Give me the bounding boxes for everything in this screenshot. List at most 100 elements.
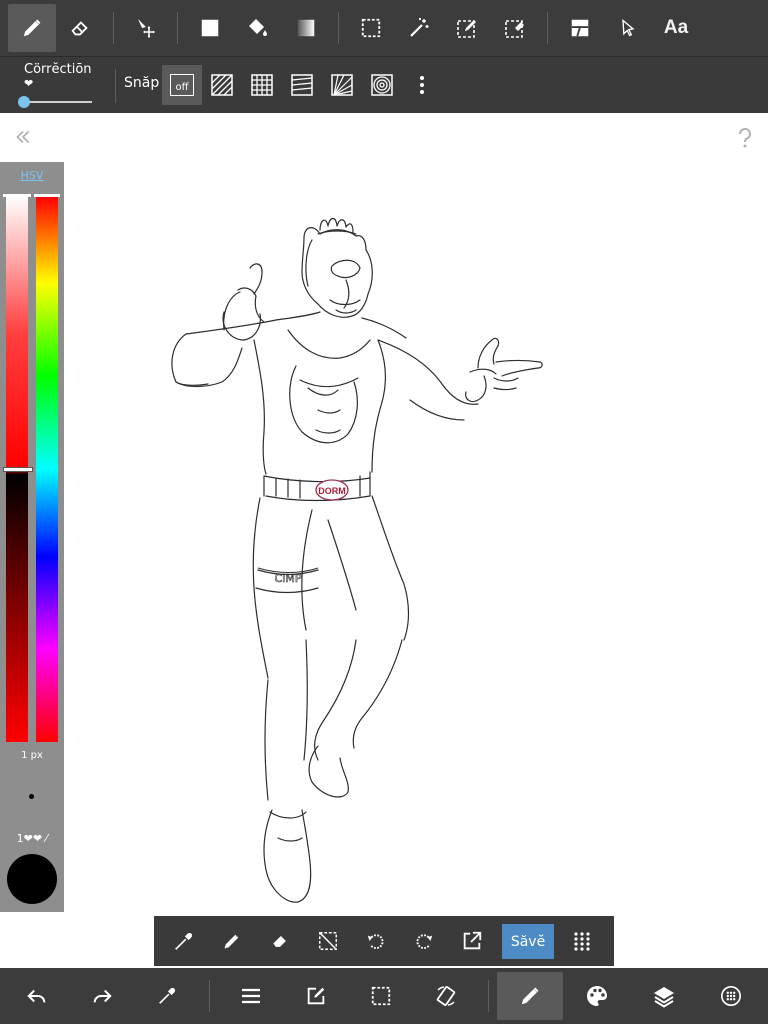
palette-button[interactable] (573, 972, 621, 1020)
select-pen-tool-button[interactable] (443, 4, 491, 52)
palette-icon (587, 986, 607, 1006)
correction-sub-label: ❤ (24, 77, 34, 90)
undo-icon (27, 989, 46, 1003)
deselect-icon (319, 932, 337, 950)
more-options-button[interactable] (408, 65, 436, 105)
eyedropper-icon (175, 932, 193, 950)
separator (488, 980, 489, 1012)
separator (547, 12, 548, 44)
eraser-tool-button[interactable] (56, 4, 104, 52)
layers-icon (654, 987, 674, 1008)
menu-button[interactable] (227, 972, 275, 1020)
separator (115, 69, 116, 103)
separator (177, 12, 178, 44)
layers-button[interactable] (640, 972, 688, 1020)
wrestler-sketch: DORM CIMP (171, 217, 543, 903)
grid-snap-button[interactable] (242, 65, 282, 105)
menu-icon (242, 988, 260, 1004)
pen-icon (224, 934, 239, 949)
frame-divider-icon (571, 19, 589, 37)
separator (338, 12, 339, 44)
parallel-snap-button[interactable] (202, 65, 242, 105)
eraser-icon (71, 21, 88, 36)
snap-label: Snăp (124, 75, 160, 91)
floating-eyedropper-button[interactable] (162, 919, 206, 963)
magic-wand-icon (410, 18, 429, 37)
circle-snap-icon (371, 74, 393, 96)
select-eraser-tool-button[interactable] (491, 4, 539, 52)
correction-slider-track[interactable] (22, 101, 92, 103)
materials-button[interactable] (707, 972, 755, 1020)
rotate-left-icon (367, 934, 384, 949)
select-pen-icon (457, 20, 476, 38)
separator (209, 980, 210, 1012)
rotate-left-button[interactable] (354, 919, 398, 963)
fill-rect-tool-button[interactable] (186, 4, 234, 52)
floating-pen-button[interactable] (210, 919, 254, 963)
edit-icon (307, 987, 325, 1005)
magic-wand-tool-button[interactable] (395, 4, 443, 52)
value-slider-thumb[interactable] (3, 467, 33, 472)
cursor-icon (622, 18, 635, 37)
bucket-tool-button[interactable] (234, 4, 282, 52)
horizontal-snap-icon (291, 74, 313, 96)
move-tool-button[interactable] (122, 4, 170, 52)
deselect-button[interactable] (306, 919, 350, 963)
save-button[interactable]: Săvĕ (502, 924, 554, 959)
frame-divider-tool-button[interactable] (556, 4, 604, 52)
grid-menu-button[interactable] (560, 919, 604, 963)
operation-tool-button[interactable] (604, 4, 652, 52)
hue-slider-thumb[interactable] (34, 194, 60, 197)
redo-button[interactable] (78, 972, 126, 1020)
select-eraser-icon (505, 20, 524, 38)
gradient-tool-button[interactable] (282, 4, 330, 52)
brush-size-preview (29, 794, 34, 799)
pen-icon (521, 987, 539, 1005)
belt-text: DORM (318, 486, 346, 496)
select-tool-button[interactable] (347, 4, 395, 52)
floating-eraser-button[interactable] (258, 919, 302, 963)
circle-snap-button[interactable] (362, 65, 402, 105)
parallel-snap-icon (211, 74, 233, 96)
bottom-bar (0, 968, 768, 1024)
brush-button[interactable] (497, 972, 563, 1020)
marquee-icon (361, 18, 381, 38)
undo-button[interactable] (13, 972, 61, 1020)
text-tool-button[interactable]: Aa (652, 4, 700, 52)
brush-size-label: 1 px (21, 750, 43, 761)
grid-dots-icon (574, 932, 590, 951)
floating-action-bar: Săvĕ (154, 916, 614, 966)
opacity-label: 1❤❤ ⁄ (16, 832, 48, 845)
transform-button[interactable] (422, 972, 470, 1020)
current-color-swatch[interactable] (7, 854, 57, 904)
color-mode-toggle[interactable]: HSV (0, 169, 64, 182)
selection-button[interactable] (357, 972, 405, 1020)
pen-tool-button[interactable] (8, 4, 56, 52)
drawing-canvas[interactable]: DORM CIMP (0, 114, 768, 968)
snap-off-button[interactable]: off (162, 65, 202, 105)
snap-off-label: off (170, 74, 194, 96)
materials-icon (721, 986, 741, 1006)
sub-toolbar: Cörrĕctiōn ❤ Snăp off (0, 57, 768, 113)
export-button[interactable] (450, 919, 494, 963)
leg-band-text: CIMP (274, 572, 301, 585)
separator (113, 12, 114, 44)
correction-label: Cörrĕctiōn (24, 62, 92, 77)
more-vert-icon (420, 76, 424, 94)
eyedropper-button[interactable] (143, 972, 191, 1020)
move-icon (138, 19, 155, 38)
paint-bucket-icon (249, 19, 267, 36)
edit-button[interactable] (292, 972, 340, 1020)
rotate-right-icon (416, 934, 433, 949)
square-icon (201, 19, 219, 37)
correction-slider-thumb[interactable] (18, 96, 30, 108)
hue-slider[interactable] (36, 196, 58, 742)
horizontal-snap-button[interactable] (282, 65, 322, 105)
grid-snap-icon (251, 74, 273, 96)
eraser-icon (273, 936, 286, 947)
saturation-slider-thumb[interactable] (3, 194, 31, 197)
rotate-canvas-icon (436, 986, 456, 1006)
rotate-right-button[interactable] (402, 919, 446, 963)
color-panel: HSV 1 px 1❤❤ ⁄ (0, 162, 64, 912)
radial-snap-button[interactable] (322, 65, 362, 105)
